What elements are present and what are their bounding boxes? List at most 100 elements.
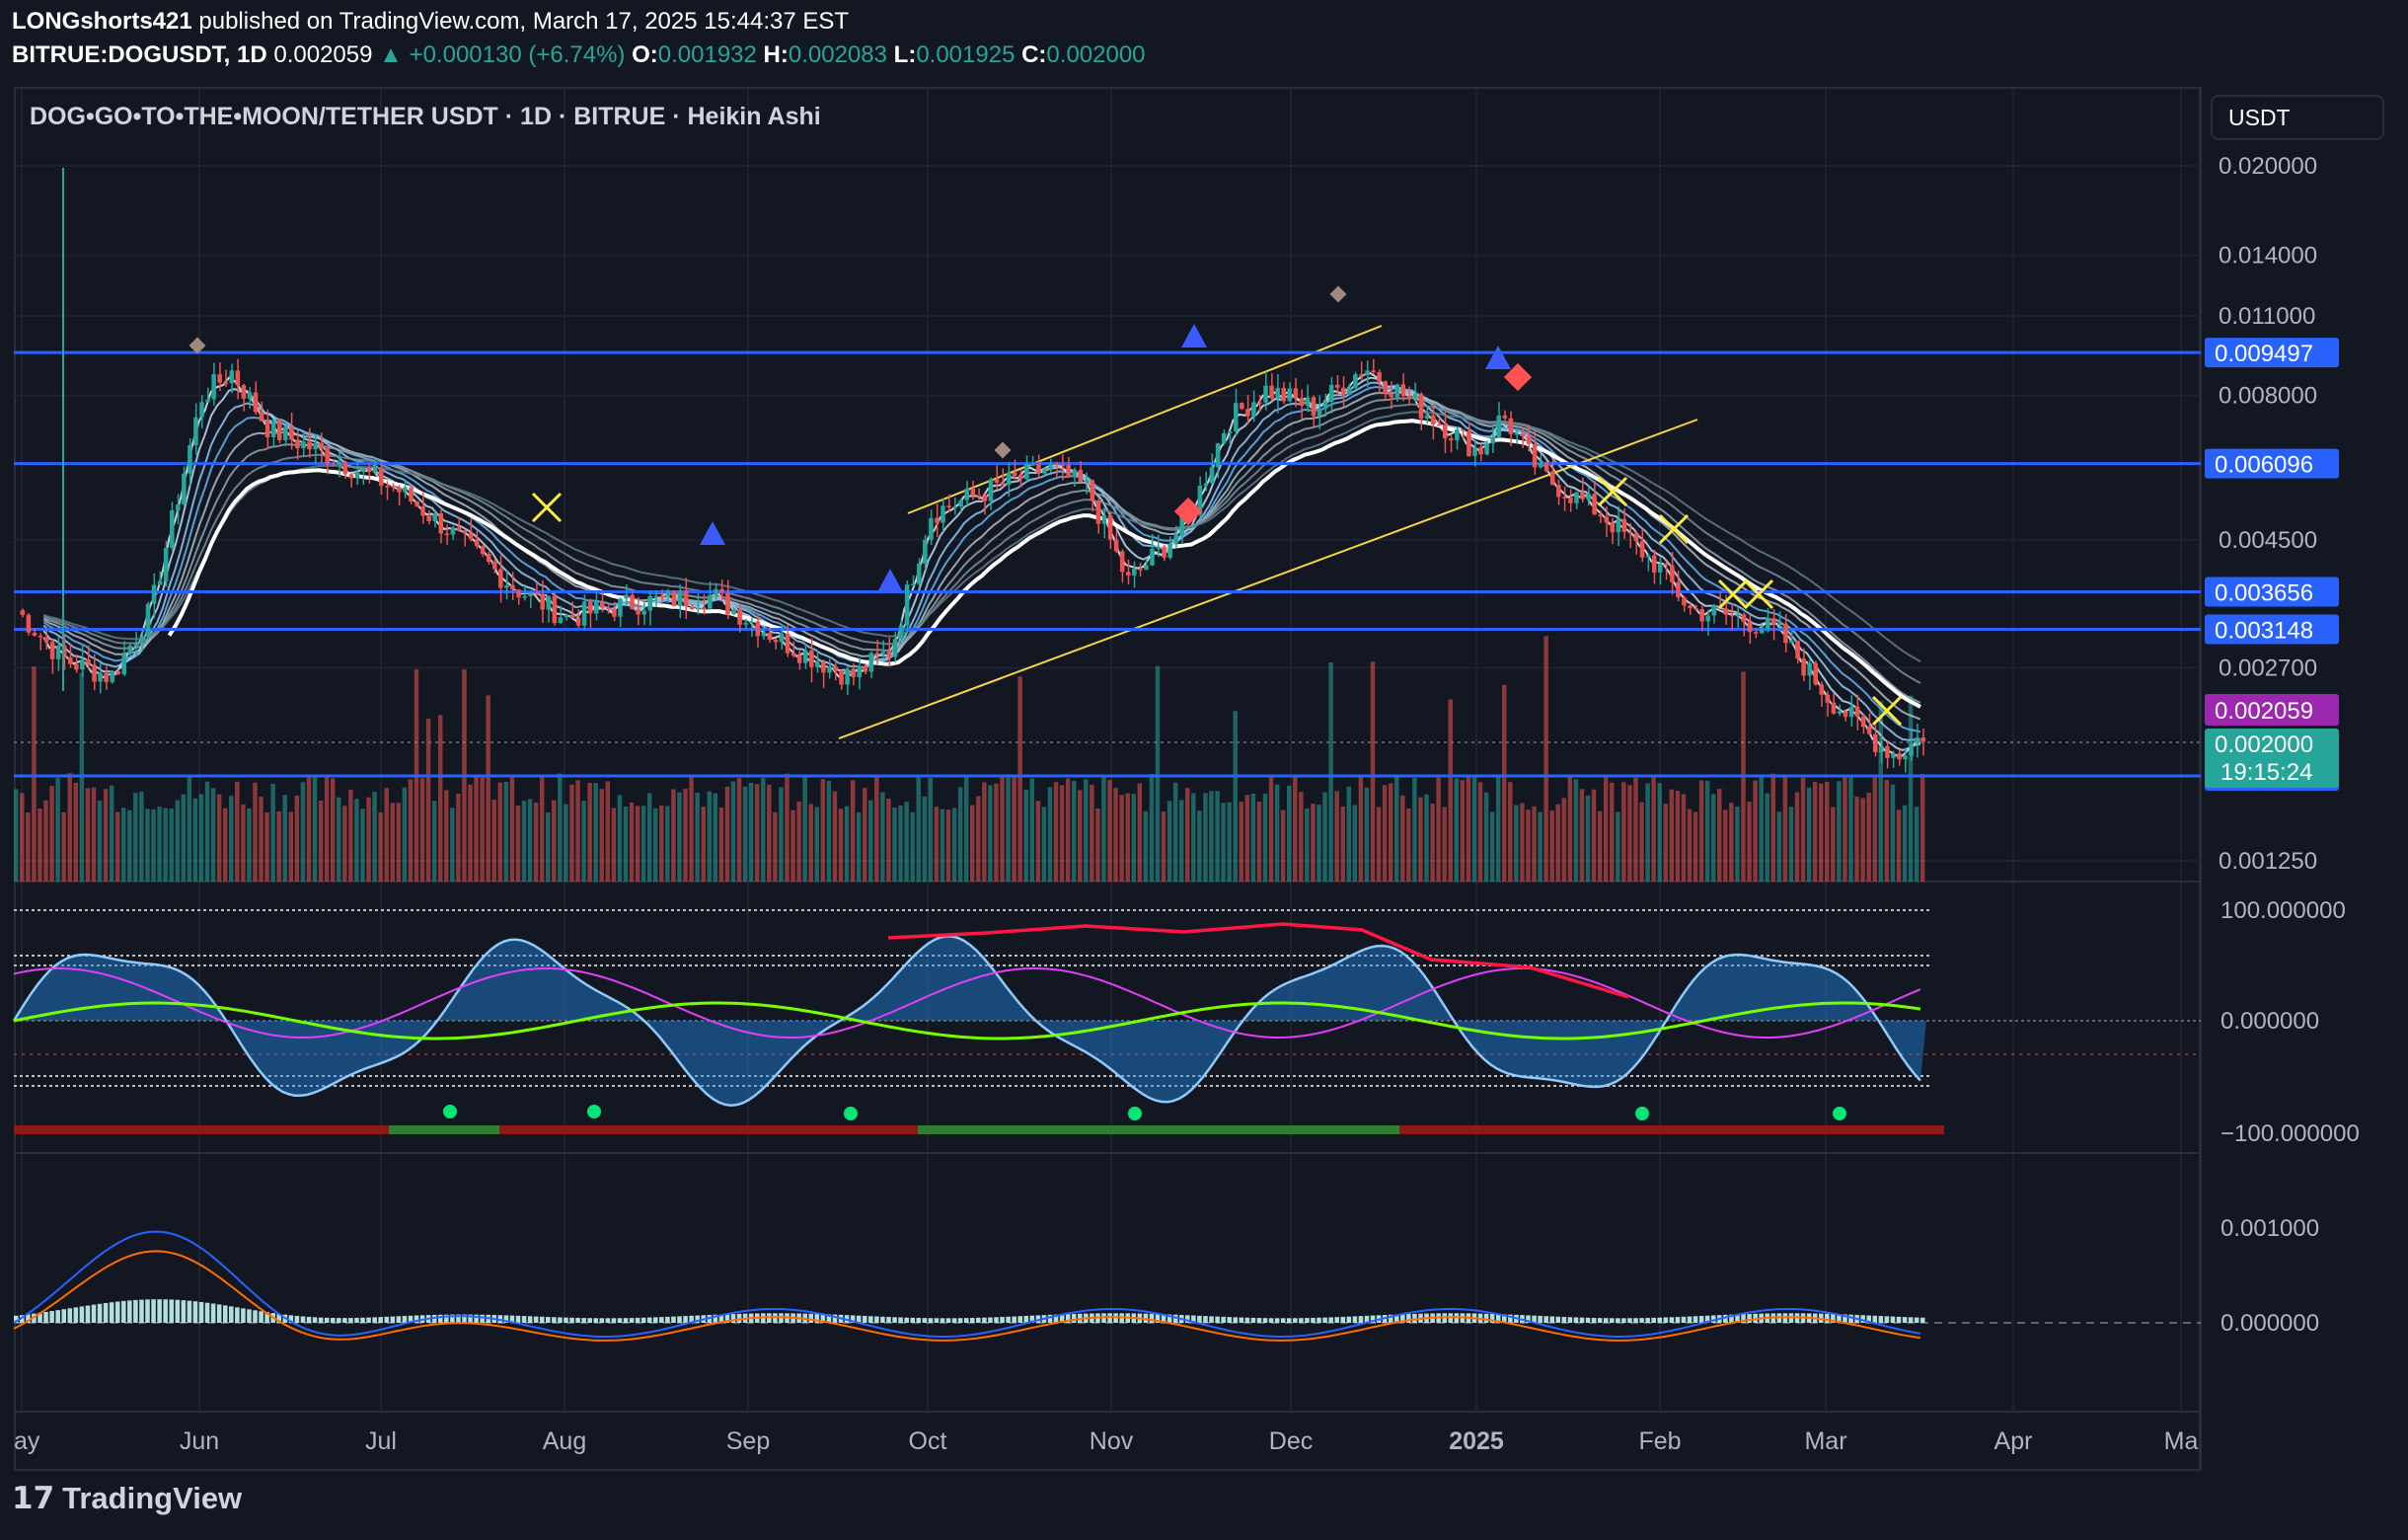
price-tick-6: 0.001250 [2219, 848, 2317, 875]
candle-body-173 [1048, 463, 1053, 470]
macd-hist-33 [210, 1303, 216, 1323]
macd-hist-37 [235, 1307, 240, 1323]
macd-hist-279 [1681, 1316, 1687, 1323]
volume-bar-39 [247, 808, 252, 882]
macd-hist-156 [945, 1318, 951, 1323]
volume-bar-294 [1770, 773, 1775, 882]
volume-bar-187 [1131, 794, 1136, 882]
volume-bar-241 [1454, 778, 1460, 882]
candle-body-53 [331, 464, 337, 466]
candle-body-133 [808, 650, 814, 667]
volume-bar-175 [1059, 785, 1065, 882]
candle-body-66 [409, 487, 414, 501]
volume-bar-96 [587, 782, 592, 882]
macd-hist-60 [372, 1317, 377, 1323]
macd-hist-202 [1221, 1316, 1226, 1323]
volume-bar-6 [49, 786, 54, 882]
macd-hist-319 [1919, 1317, 1925, 1323]
volume-bar-41 [259, 797, 263, 882]
candle-body-280 [1688, 605, 1693, 609]
candle-body-89 [546, 595, 552, 610]
volume-bar-203 [1227, 802, 1232, 882]
volume-bar-25 [163, 808, 168, 882]
volume-bar-258 [1555, 804, 1560, 882]
volume-bar-278 [1675, 791, 1681, 882]
candle-body-177 [1072, 469, 1078, 478]
volume-bar-23 [151, 808, 156, 882]
currency-selector[interactable]: USDT [2211, 95, 2384, 140]
countdown-text: 19:15:24 [2220, 759, 2312, 786]
candle-body-293 [1765, 618, 1770, 630]
time-tick-8: 2025 [1449, 1427, 1504, 1455]
candle-body-167 [1012, 472, 1017, 476]
volume-bar-29 [187, 777, 192, 882]
volume-bar-245 [1477, 782, 1483, 882]
tradingview-logo[interactable]: 𝟭𝟳 TradingView [12, 1481, 242, 1516]
time-tick-0: ay [14, 1427, 40, 1455]
candle-body-11 [80, 658, 85, 670]
candle-body-150 [910, 583, 916, 586]
chart-canvas[interactable]: 0.020000 0.014000 0.011000 0.008000 0.004500… [0, 0, 2408, 1540]
macd-hist-49 [306, 1316, 312, 1323]
macd-hist-31 [198, 1301, 204, 1323]
volume-bar-148 [898, 805, 903, 882]
candle-body-100 [612, 609, 617, 617]
volume-bar-300 [1806, 787, 1812, 882]
macd-hist-268 [1616, 1318, 1620, 1323]
candle-body-273 [1645, 555, 1651, 558]
diamond-cluster-2 [994, 441, 1012, 459]
macd-hist-97 [593, 1318, 599, 1323]
volume-bar-260 [1567, 776, 1573, 882]
macd-hist-207 [1250, 1317, 1256, 1323]
macd-hist-98 [599, 1318, 605, 1323]
price-axis[interactable]: 0.020000 0.014000 0.011000 0.008000 0.004500… [2205, 153, 2360, 1337]
volume-bar-235 [1418, 797, 1423, 882]
macd-hist-275 [1657, 1317, 1663, 1323]
candle-body-277 [1670, 565, 1675, 582]
candle-body-220 [1328, 384, 1334, 402]
volume-bar-252 [1520, 803, 1525, 882]
candle-body-88 [540, 594, 546, 610]
macd-hist-7 [55, 1310, 60, 1323]
time-axis[interactable]: ay Jun Jul Aug Sep Oct Nov Dec 2025 Feb Mar Apr Ma [14, 1427, 2198, 1455]
candle-body-65 [403, 487, 408, 493]
candle-body-200 [1209, 467, 1215, 484]
candle-body-77 [474, 539, 480, 547]
macd-hist-160 [970, 1318, 975, 1323]
candle-body-84 [516, 589, 521, 598]
candle-body-190 [1150, 548, 1155, 566]
candle-body-90 [552, 595, 558, 624]
volume-bar-95 [581, 801, 586, 882]
macd-pane [13, 1230, 2201, 1342]
candle-body-236 [1424, 415, 1430, 419]
volume-bars [14, 636, 1925, 882]
macd-hist-206 [1244, 1317, 1250, 1323]
volume-bar-243 [1466, 775, 1471, 882]
grid-lines [14, 89, 2201, 1412]
volume-bar-107 [653, 808, 658, 882]
candle-body-10 [74, 663, 79, 670]
volume-bar-220 [1328, 662, 1333, 882]
candle-body-192 [1162, 546, 1166, 558]
macd-hist-210 [1268, 1318, 1274, 1323]
volume-bar-221 [1334, 791, 1339, 882]
candle-body-191 [1156, 546, 1161, 549]
candle-body-253 [1526, 436, 1532, 444]
volume-bar-226 [1364, 787, 1370, 882]
macd-hist-28 [181, 1300, 187, 1323]
candle-body-147 [892, 639, 898, 657]
candle-body-153 [929, 517, 934, 540]
candle-body-15 [104, 672, 109, 682]
volume-bar-92 [564, 804, 568, 882]
volume-bar-290 [1747, 802, 1752, 882]
candle-body-86 [528, 592, 533, 597]
volume-bar-255 [1538, 811, 1543, 882]
volume-bar-165 [1000, 775, 1005, 882]
osc-tick-2: −100.000000 [2220, 1120, 2360, 1147]
macd-hist-149 [904, 1317, 909, 1323]
volume-bar-94 [575, 780, 580, 882]
volume-bar-82 [503, 782, 509, 882]
macd-hist-35 [222, 1305, 228, 1323]
volume-bar-174 [1053, 782, 1059, 882]
macd-hist-264 [1591, 1317, 1597, 1323]
